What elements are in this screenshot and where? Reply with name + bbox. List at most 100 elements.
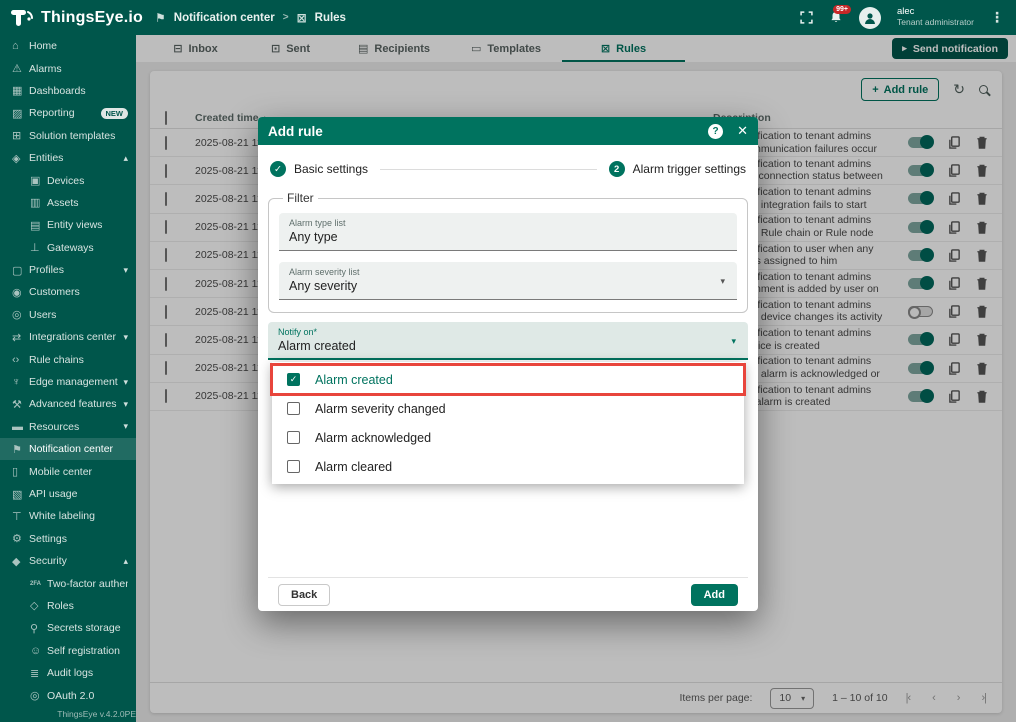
close-icon[interactable]: ✕ (737, 123, 748, 139)
sidebar-item[interactable]: ◎ OAuth 2.0 (0, 684, 136, 706)
sidebar-item[interactable]: ◆ Security ▴ (0, 550, 136, 572)
sidebar-item[interactable]: ⊥ Gateways (0, 237, 136, 259)
sidebar-item[interactable]: ⇄ Integrations center ▾ (0, 326, 136, 348)
sidebar-item[interactable]: ▤ Entity views (0, 214, 136, 236)
notifications-bell-icon[interactable]: 99+ (829, 10, 843, 25)
sidebar-item[interactable]: ▣ Devices (0, 169, 136, 191)
integrations-center-icon: ⇄ (12, 331, 29, 344)
home-icon: ⌂ (12, 40, 29, 52)
kebab-menu-icon[interactable]: ⋮ (990, 9, 1004, 26)
option-checkbox[interactable] (287, 460, 300, 473)
back-button[interactable]: Back (278, 584, 330, 606)
dropdown-caret-icon: ▾ (731, 336, 736, 347)
breadcrumb: ⚑ Notification center > ⊠ Rules (155, 11, 346, 25)
self-registration-icon: ☺ (30, 645, 47, 657)
sidebar-item-label: Dashboards (29, 85, 86, 97)
sidebar-item-label: Users (29, 309, 56, 321)
chevron-icon: ▴ (123, 556, 128, 567)
alarm-type-list-field[interactable]: Alarm type list Any type (279, 213, 737, 251)
sidebar-item-label: Edge management (29, 376, 118, 388)
top-header-bar: ThingsEye.io ⚑ Notification center > ⊠ R… (0, 0, 1016, 35)
dialog-body: ✓ Basic settings 2 Alarm trigger setting… (258, 145, 758, 611)
sidebar-item[interactable]: ▥ Assets (0, 192, 136, 214)
thingseye-logo[interactable]: ThingsEye.io (10, 8, 150, 28)
step-basic-label: Basic settings (294, 162, 368, 176)
oauth-icon: ◎ (30, 689, 47, 702)
sidebar-item[interactable]: ≣ Audit logs (0, 662, 136, 684)
sidebar-item[interactable]: ♆ Edge management ▾ (0, 371, 136, 393)
audit-logs-icon: ≣ (30, 667, 47, 680)
sidebar-item[interactable]: ⚠ Alarms (0, 57, 136, 79)
secrets-storage-icon: ⚲ (30, 622, 47, 635)
option-label: Alarm created (315, 373, 393, 387)
sidebar-item-label: Mobile center (29, 466, 92, 478)
sidebar-item[interactable]: ▢ Profiles ▾ (0, 259, 136, 281)
sidebar-item[interactable]: ◇ Roles (0, 595, 136, 617)
add-rule-dialog: Add rule ? ✕ ✓ Basic settings 2 Alarm tr… (258, 117, 758, 611)
chevron-icon: ▾ (123, 265, 128, 276)
notify-on-option[interactable]: Alarm severity changed (272, 394, 744, 423)
sidebar-item-label: Customers (29, 286, 80, 298)
sidebar-item[interactable]: ▨ Reporting NEW (0, 102, 136, 124)
notify-on-option[interactable]: Alarm acknowledged (272, 423, 744, 452)
avatar[interactable] (859, 7, 881, 29)
alarm-severity-list-field[interactable]: Alarm severity list Any severity ▾ (279, 262, 737, 300)
step-basic-settings[interactable]: ✓ Basic settings (270, 161, 368, 177)
customers-icon: ◉ (12, 286, 29, 299)
notify-on-field[interactable]: Notify on* Alarm created ▾ (268, 322, 748, 360)
option-checkbox[interactable] (287, 402, 300, 415)
sidebar-item[interactable]: 2FA Two-factor authenticati... (0, 572, 136, 594)
assets-icon: ▥ (30, 196, 47, 209)
dialog-footer: Back Add (268, 577, 748, 611)
settings-icon: ⚙ (12, 532, 29, 545)
add-button[interactable]: Add (691, 584, 738, 606)
sidebar-item[interactable]: ⚲ Secrets storage (0, 617, 136, 639)
chevron-icon: ▾ (123, 399, 128, 410)
sidebar-item[interactable]: ◎ Users (0, 304, 136, 326)
sidebar-item[interactable]: ⌂ Home (0, 35, 136, 57)
dropdown-caret-icon: ▾ (720, 276, 725, 287)
app-root: ThingsEye.io ⚑ Notification center > ⊠ R… (0, 0, 1016, 722)
sidebar-item[interactable]: ⚙ Settings (0, 528, 136, 550)
sidebar-item[interactable]: ▯ Mobile center (0, 460, 136, 482)
sidebar-item[interactable]: ▧ API usage (0, 483, 136, 505)
sidebar-item[interactable]: ▦ Dashboards (0, 80, 136, 102)
sidebar-item[interactable]: ‹› Rule chains (0, 348, 136, 370)
fullscreen-icon[interactable] (800, 11, 813, 24)
sidebar-item[interactable]: ⚑ Notification center (0, 438, 136, 460)
sidebar-item-label: Devices (47, 175, 84, 187)
stepper-connector (380, 169, 597, 170)
sidebar-item-label: Notification center (29, 443, 113, 455)
sidebar-item[interactable]: ◈ Entities ▴ (0, 147, 136, 169)
option-checkbox[interactable]: ✓ (287, 373, 300, 386)
sidebar-item[interactable]: ⊞ Solution templates (0, 125, 136, 147)
sidebar-item[interactable]: ☺ Self registration (0, 640, 136, 662)
breadcrumb-section[interactable]: Notification center (174, 12, 275, 24)
sidebar-item[interactable]: ◉ Customers (0, 281, 136, 303)
stepper: ✓ Basic settings 2 Alarm trigger setting… (270, 161, 746, 177)
notify-on-option[interactable]: Alarm cleared (272, 452, 744, 481)
white-labeling-icon: ⊤ (12, 510, 29, 523)
sidebar-item-label: Resources (29, 421, 79, 433)
sidebar-item[interactable]: ⊤ White labeling (0, 505, 136, 527)
two-factor-authentication-icon: 2FA (30, 581, 47, 587)
new-badge: NEW (101, 108, 129, 119)
sidebar-item-label: Advanced features (29, 398, 117, 410)
sidebar-item-label: Solution templates (29, 130, 115, 142)
notify-on-dropdown-panel: ✓ Alarm created Alarm severity changed A… (272, 362, 744, 484)
resources-icon: ▬ (12, 421, 29, 433)
step-done-check-icon: ✓ (270, 161, 286, 177)
step-trigger-label: Alarm trigger settings (633, 162, 746, 176)
sidebar-item-label: Entities (29, 152, 63, 164)
notify-on-option[interactable]: ✓ Alarm created (272, 365, 744, 394)
sidebar-item-label: Reporting (29, 107, 75, 119)
sidebar-item[interactable]: ▬ Resources ▾ (0, 416, 136, 438)
sidebar-item[interactable]: ⚒ Advanced features ▾ (0, 393, 136, 415)
gateways-icon: ⊥ (30, 241, 47, 254)
step-number-badge: 2 (609, 161, 625, 177)
option-checkbox[interactable] (287, 431, 300, 444)
help-icon[interactable]: ? (708, 124, 723, 139)
sidebar-item-label: White labeling (29, 510, 95, 522)
step-alarm-trigger-settings[interactable]: 2 Alarm trigger settings (609, 161, 746, 177)
rules-icon: ⊠ (297, 11, 307, 25)
